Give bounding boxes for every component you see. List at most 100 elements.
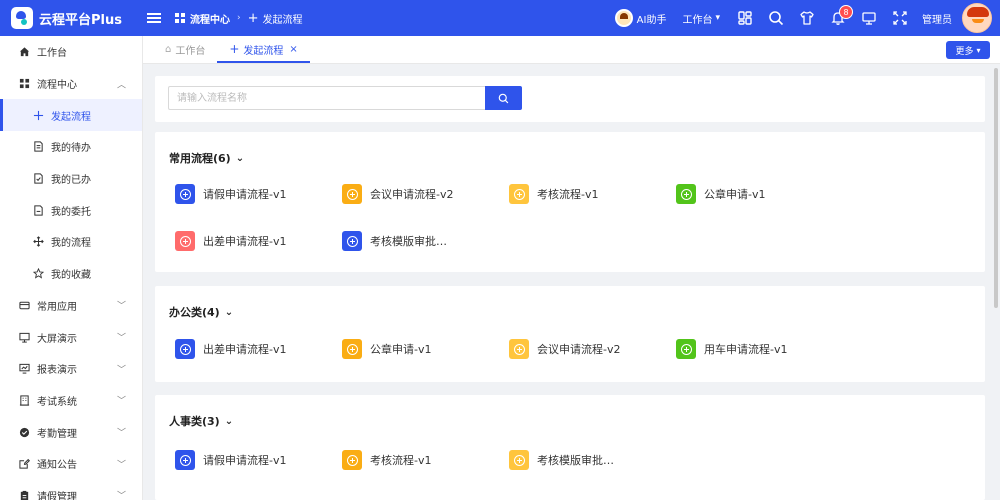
add-circle-icon (175, 339, 195, 359)
process-item[interactable]: 考核流程-v1 (509, 184, 598, 204)
fullscreen-icon[interactable] (889, 7, 911, 29)
search-icon[interactable] (765, 7, 787, 29)
process-item[interactable]: 会议申请流程-v2 (509, 339, 620, 359)
chevron-down-icon: ﹀ (116, 365, 126, 376)
process-item[interactable]: 考核流程-v1 (342, 450, 431, 470)
process-label: 出差申请流程-v1 (203, 343, 287, 356)
sidebar-item-label: 大屏演示 (37, 333, 77, 345)
breadcrumb-item-process-center[interactable]: 流程中心 (190, 11, 230, 26)
process-item[interactable]: 会议申请流程-v2 (342, 184, 453, 204)
process-label: 会议申请流程-v2 (537, 343, 621, 356)
add-circle-icon (509, 184, 529, 204)
sidebar-item-my-done[interactable]: 我的已办 (0, 163, 142, 195)
close-icon[interactable]: × (289, 44, 297, 55)
process-item[interactable]: 考核模版审批… (342, 231, 447, 251)
add-circle-icon (342, 231, 362, 251)
add-circle-icon (342, 339, 362, 359)
menu-toggle-icon[interactable] (147, 11, 161, 25)
sidebar-item-exam-system[interactable]: 考试系统 ﹀ (0, 385, 142, 417)
chevron-down-icon: ﹀ (116, 428, 126, 439)
sidebar-item-my-favorites[interactable]: 我的收藏 (0, 258, 142, 290)
sidebar-item-common-apps[interactable]: 常用应用 ﹀ (0, 290, 142, 322)
monitor-icon[interactable] (858, 7, 880, 29)
process-item[interactable]: 考核模版审批… (509, 450, 614, 470)
user-avatar[interactable] (962, 3, 992, 33)
tab-workbench[interactable]: ⌂ 工作台 (153, 35, 217, 63)
sidebar-item-my-process[interactable]: 我的流程 (0, 226, 142, 258)
sidebar-item-label: 我的流程 (51, 238, 91, 250)
sidebar-item-label: 我的收藏 (51, 270, 91, 282)
ai-assistant-label: AI助手 (636, 14, 667, 26)
sidebar-item-big-screen[interactable]: 大屏演示 ﹀ (0, 321, 142, 353)
app-logo[interactable]: 云程平台Plus (0, 7, 143, 29)
process-item[interactable]: 出差申请流程-v1 (175, 339, 286, 359)
more-button[interactable]: 更多 ▾ (946, 41, 990, 59)
document-icon (32, 204, 44, 216)
check-circle-icon (18, 426, 30, 438)
shirt-icon[interactable] (796, 7, 818, 29)
search-button[interactable] (485, 86, 522, 110)
scrollbar[interactable] (994, 68, 998, 308)
process-label: 请假申请流程-v1 (203, 454, 287, 467)
home-icon: ⌂ (165, 43, 172, 55)
ai-assistant-button[interactable]: AI助手 (614, 9, 667, 27)
process-item[interactable]: 公章申请-v1 (342, 339, 431, 359)
user-name[interactable]: 管理员 (922, 11, 952, 26)
category-title[interactable]: 人事类(3) ⌄ (169, 413, 233, 429)
grid-icon (18, 78, 30, 90)
category-title[interactable]: 办公类(4) ⌄ (169, 304, 233, 320)
bell-icon[interactable]: 8 (827, 5, 853, 29)
category-card-office: 办公类(4) ⌄ 出差申请流程-v1 公章申请-v1 会议申请流程-v2 用车申… (155, 286, 985, 382)
clipboard-icon (18, 489, 30, 500)
sidebar-item-my-delegation[interactable]: 我的委托 (0, 194, 142, 226)
tab-label: 工作台 (175, 45, 206, 57)
category-title-label: 人事类(3) (169, 415, 220, 428)
plus-icon: + (247, 10, 259, 26)
tabs-bar: ⌂ 工作台 + 发起流程 × 更多 ▾ (143, 36, 1000, 64)
sidebar-item-attendance[interactable]: 考勤管理 ﹀ (0, 416, 142, 448)
sidebar-item-my-todo[interactable]: 我的待办 (0, 131, 142, 163)
search-input[interactable] (168, 86, 485, 110)
breadcrumb: 流程中心 › + 发起流程 (175, 11, 303, 26)
add-circle-icon (676, 339, 696, 359)
workbench-dropdown[interactable]: 工作台 ▾ (682, 11, 720, 26)
tab-label: 发起流程 (243, 45, 284, 57)
add-circle-icon (509, 450, 529, 470)
sidebar-item-notice[interactable]: 通知公告 ﹀ (0, 448, 142, 480)
monitor-icon (18, 331, 30, 343)
plus-icon (32, 109, 44, 121)
category-title[interactable]: 常用流程(6) ⌄ (169, 150, 244, 166)
document-check-icon (32, 173, 44, 185)
layout-icon[interactable] (734, 7, 756, 29)
chevron-down-icon: ▾ (976, 45, 981, 55)
chevron-down-icon: ﹀ (116, 491, 126, 500)
logo-icon (11, 7, 33, 29)
more-label: 更多 (955, 46, 974, 57)
sidebar-item-process-center[interactable]: 流程中心 ︿ (0, 68, 142, 100)
process-item[interactable]: 请假申请流程-v1 (175, 450, 286, 470)
sidebar-item-label: 请假管理 (37, 491, 77, 500)
sidebar-item-label: 我的委托 (51, 206, 91, 218)
process-item[interactable]: 公章申请-v1 (676, 184, 765, 204)
process-label: 考核流程-v1 (370, 454, 432, 467)
ai-avatar-icon (614, 9, 633, 27)
add-circle-icon (175, 184, 195, 204)
process-item[interactable]: 用车申请流程-v1 (676, 339, 787, 359)
breadcrumb-item-start-process[interactable]: 发起流程 (263, 11, 303, 26)
sidebar-item-leave[interactable]: 请假管理 ﹀ (0, 480, 142, 500)
app-title: 云程平台Plus (39, 12, 122, 28)
chevron-down-icon: ⌄ (224, 415, 234, 427)
sidebar-item-label: 我的已办 (51, 175, 91, 187)
star-icon (32, 268, 44, 280)
sidebar-item-label: 流程中心 (37, 80, 77, 92)
tab-start-process[interactable]: + 发起流程 × (217, 35, 311, 63)
chevron-down-icon: ⌄ (224, 306, 234, 318)
process-item[interactable]: 出差申请流程-v1 (175, 231, 286, 251)
sidebar-item-workbench[interactable]: 工作台 (0, 36, 142, 68)
sidebar-item-label: 我的待办 (51, 143, 91, 155)
sidebar-item-start-process[interactable]: 发起流程 (0, 99, 142, 132)
process-item[interactable]: 请假申请流程-v1 (175, 184, 286, 204)
chevron-up-icon: ︿ (116, 80, 126, 91)
process-label: 公章申请-v1 (704, 188, 766, 201)
sidebar-item-report-demo[interactable]: 报表演示 ﹀ (0, 353, 142, 385)
